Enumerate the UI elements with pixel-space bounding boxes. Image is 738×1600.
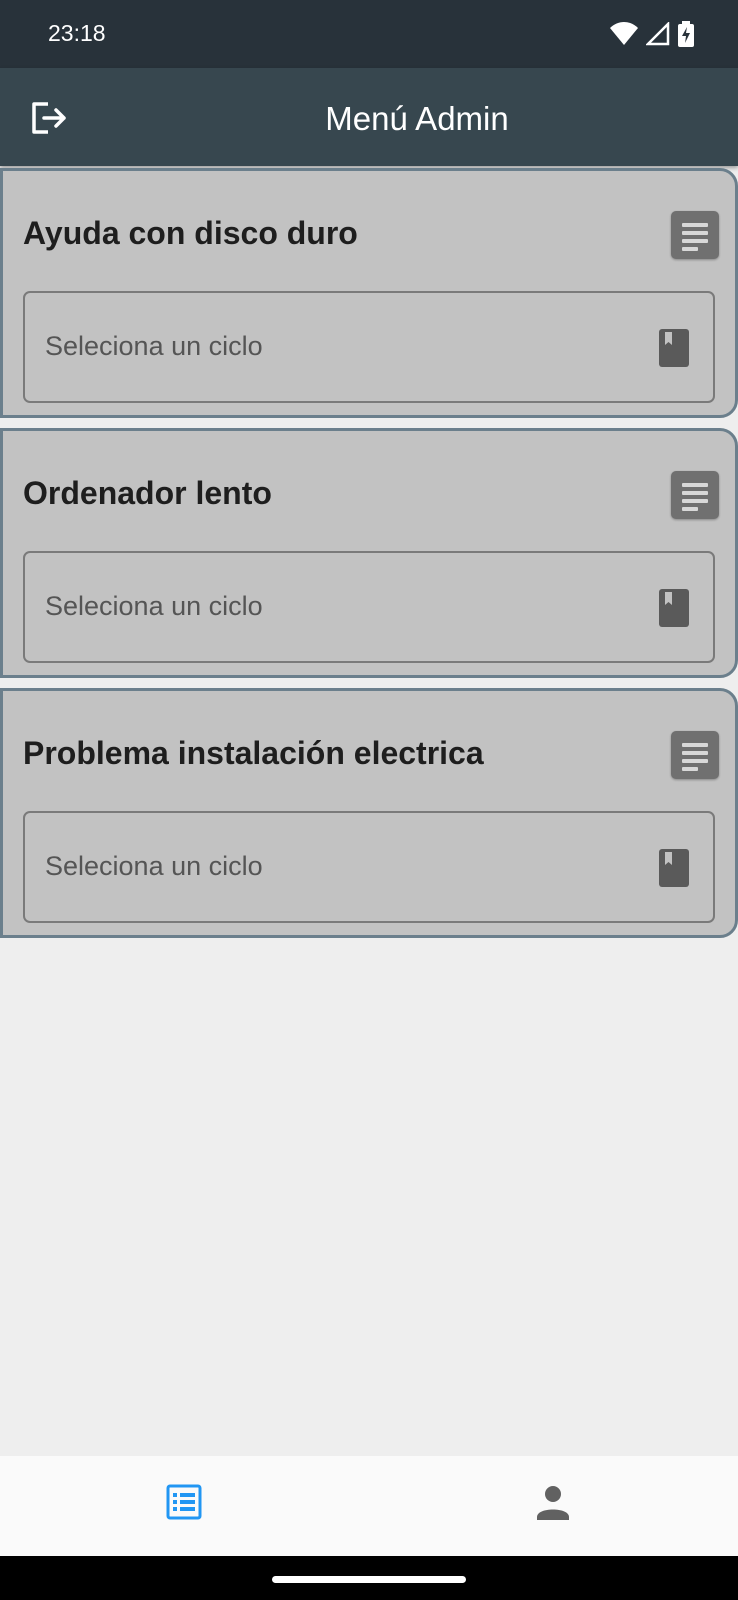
status-bar: 23:18 xyxy=(0,0,738,68)
incident-card: Ordenador lento Seleciona un ciclo xyxy=(0,428,738,678)
notes-icon xyxy=(682,223,708,227)
home-handle[interactable] xyxy=(272,1576,466,1583)
incident-card: Ayuda con disco duro Seleciona un ciclo xyxy=(0,168,738,418)
system-navigation-bar xyxy=(0,1556,738,1600)
details-button[interactable] xyxy=(671,471,719,519)
book-icon xyxy=(659,329,689,367)
page-title: Menú Admin xyxy=(325,100,509,137)
incident-card: Problema instalación electrica Seleciona… xyxy=(0,688,738,938)
list-icon xyxy=(166,1484,202,1520)
details-button[interactable] xyxy=(671,731,719,779)
cycle-select-placeholder: Seleciona un ciclo xyxy=(45,851,263,881)
app-bar: Menú Admin xyxy=(0,68,738,166)
incident-title: Ayuda con disco duro xyxy=(23,215,358,251)
status-time: 23:18 xyxy=(48,20,106,46)
nav-item-profile[interactable] xyxy=(523,1476,583,1532)
cell-signal-icon xyxy=(646,22,670,46)
book-icon xyxy=(659,849,689,887)
wifi-icon xyxy=(610,22,638,45)
incident-title: Problema instalación electrica xyxy=(23,735,484,771)
book-icon xyxy=(659,589,689,627)
cycle-select[interactable]: Seleciona un ciclo xyxy=(23,551,715,663)
bottom-navigation xyxy=(0,1456,738,1556)
status-icons xyxy=(610,20,694,48)
incident-list: Ayuda con disco duro Seleciona un ciclo … xyxy=(0,168,738,948)
person-icon xyxy=(537,1486,569,1520)
cycle-select-placeholder: Seleciona un ciclo xyxy=(45,591,263,621)
battery-charging-icon xyxy=(678,21,694,47)
cycle-select[interactable]: Seleciona un ciclo xyxy=(23,811,715,923)
notes-icon xyxy=(682,483,708,487)
cycle-select-placeholder: Seleciona un ciclo xyxy=(45,331,263,361)
cycle-select[interactable]: Seleciona un ciclo xyxy=(23,291,715,403)
nav-item-incidents[interactable] xyxy=(154,1476,214,1532)
notes-icon xyxy=(682,743,708,747)
incident-title: Ordenador lento xyxy=(23,475,272,511)
details-button[interactable] xyxy=(671,211,719,259)
